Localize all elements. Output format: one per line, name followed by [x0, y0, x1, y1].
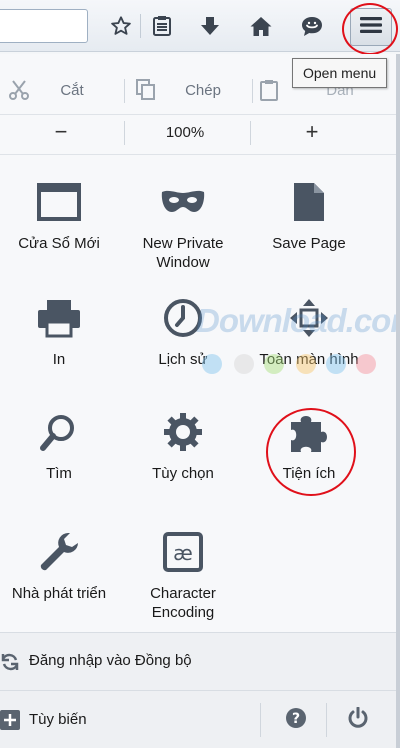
history-label: Lịch sử — [158, 351, 208, 368]
zoom-in-label: + — [305, 119, 319, 144]
zoom-in-button[interactable]: + — [252, 112, 372, 152]
zoom-out-button[interactable]: − — [0, 112, 122, 152]
options-gear-icon — [159, 408, 207, 456]
developer-wrench-icon — [35, 528, 83, 576]
addons-label: Tiện ích — [282, 465, 336, 482]
history-clock-icon — [159, 294, 207, 342]
watermark-dot — [202, 354, 222, 374]
open-menu-tooltip: Open menu — [292, 58, 388, 88]
menu-panel: Cắt Chép Dán − 100% + Cửa Sổ Mới New Pri… — [0, 54, 400, 748]
cut-button[interactable]: Cắt — [0, 70, 120, 110]
plus-square-icon — [0, 710, 20, 735]
url-bar[interactable] — [0, 9, 88, 43]
sign-in-sync-button[interactable]: Đăng nhập vào Đồng bộ — [0, 632, 400, 690]
navigation-toolbar — [0, 0, 400, 52]
printer-icon — [35, 294, 83, 342]
zoom-out-label: − — [54, 119, 68, 144]
zoom-controls: − 100% + — [0, 112, 400, 152]
scissors-icon — [8, 79, 30, 105]
svg-text:?: ? — [292, 711, 300, 727]
copy-icon — [136, 79, 156, 105]
save-page-icon — [285, 178, 333, 226]
watermark-dot — [326, 354, 346, 374]
watermark-dot — [356, 354, 376, 374]
addons-puzzle-icon — [285, 408, 333, 456]
panel-edge — [396, 54, 400, 748]
reading-list-icon[interactable] — [146, 10, 178, 42]
open-menu-button[interactable] — [350, 8, 392, 46]
watermark-dot — [264, 354, 284, 374]
copy-button[interactable]: Chép — [126, 70, 252, 110]
fullscreen-icon — [285, 294, 333, 342]
new-private-window-label: New Private Window — [142, 235, 224, 271]
svg-text:æ: æ — [173, 541, 193, 565]
print-button[interactable]: In — [0, 294, 118, 369]
addons-button[interactable]: Tiện ích — [250, 408, 368, 483]
find-button[interactable]: Tìm — [0, 408, 118, 483]
history-button[interactable]: Lịch sử — [124, 294, 242, 369]
help-button[interactable]: ? — [270, 691, 322, 748]
save-page-label: Save Page — [272, 235, 346, 252]
bottom-bar: Tùy biến ? — [0, 690, 400, 748]
download-icon[interactable] — [194, 10, 226, 42]
new-private-window-button[interactable]: New Private Window — [124, 178, 242, 272]
cut-label: Cắt — [60, 81, 84, 99]
watermark-dot — [296, 354, 316, 374]
character-encoding-label: Character Encoding — [150, 585, 216, 621]
find-label: Tìm — [46, 465, 72, 482]
print-label: In — [52, 351, 66, 368]
customize-button[interactable]: Tùy biến — [0, 691, 250, 748]
developer-label: Nhà phát triển — [11, 585, 107, 602]
find-magnifier-icon — [35, 408, 83, 456]
new-window-icon — [35, 178, 83, 226]
copy-label: Chép — [185, 81, 221, 99]
quit-button[interactable] — [332, 691, 384, 748]
sync-label: Đăng nhập vào Đồng bộ — [29, 652, 192, 669]
hamburger-menu-icon — [360, 16, 382, 39]
sync-icon — [0, 652, 20, 677]
watermark-dot — [234, 354, 254, 374]
new-window-button[interactable]: Cửa Sổ Mới — [0, 178, 118, 253]
zoom-level: 100% — [165, 123, 205, 141]
star-icon[interactable] — [105, 10, 137, 42]
developer-button[interactable]: Nhà phát triển — [0, 528, 118, 603]
character-encoding-icon: æ — [159, 528, 207, 576]
chat-icon[interactable] — [296, 10, 328, 42]
options-label: Tùy chọn — [152, 465, 214, 482]
customize-label: Tùy biến — [29, 711, 87, 728]
private-mask-icon — [159, 178, 207, 226]
character-encoding-button[interactable]: æ Character Encoding — [124, 528, 242, 622]
zoom-reset-button[interactable]: 100% — [126, 112, 244, 152]
paste-icon — [260, 79, 278, 105]
save-page-button[interactable]: Save Page — [250, 178, 368, 253]
home-icon[interactable] — [245, 10, 277, 42]
power-icon — [347, 706, 369, 734]
help-icon: ? — [285, 707, 307, 734]
new-window-label: Cửa Sổ Mới — [18, 235, 100, 252]
options-button[interactable]: Tùy chọn — [124, 408, 242, 483]
